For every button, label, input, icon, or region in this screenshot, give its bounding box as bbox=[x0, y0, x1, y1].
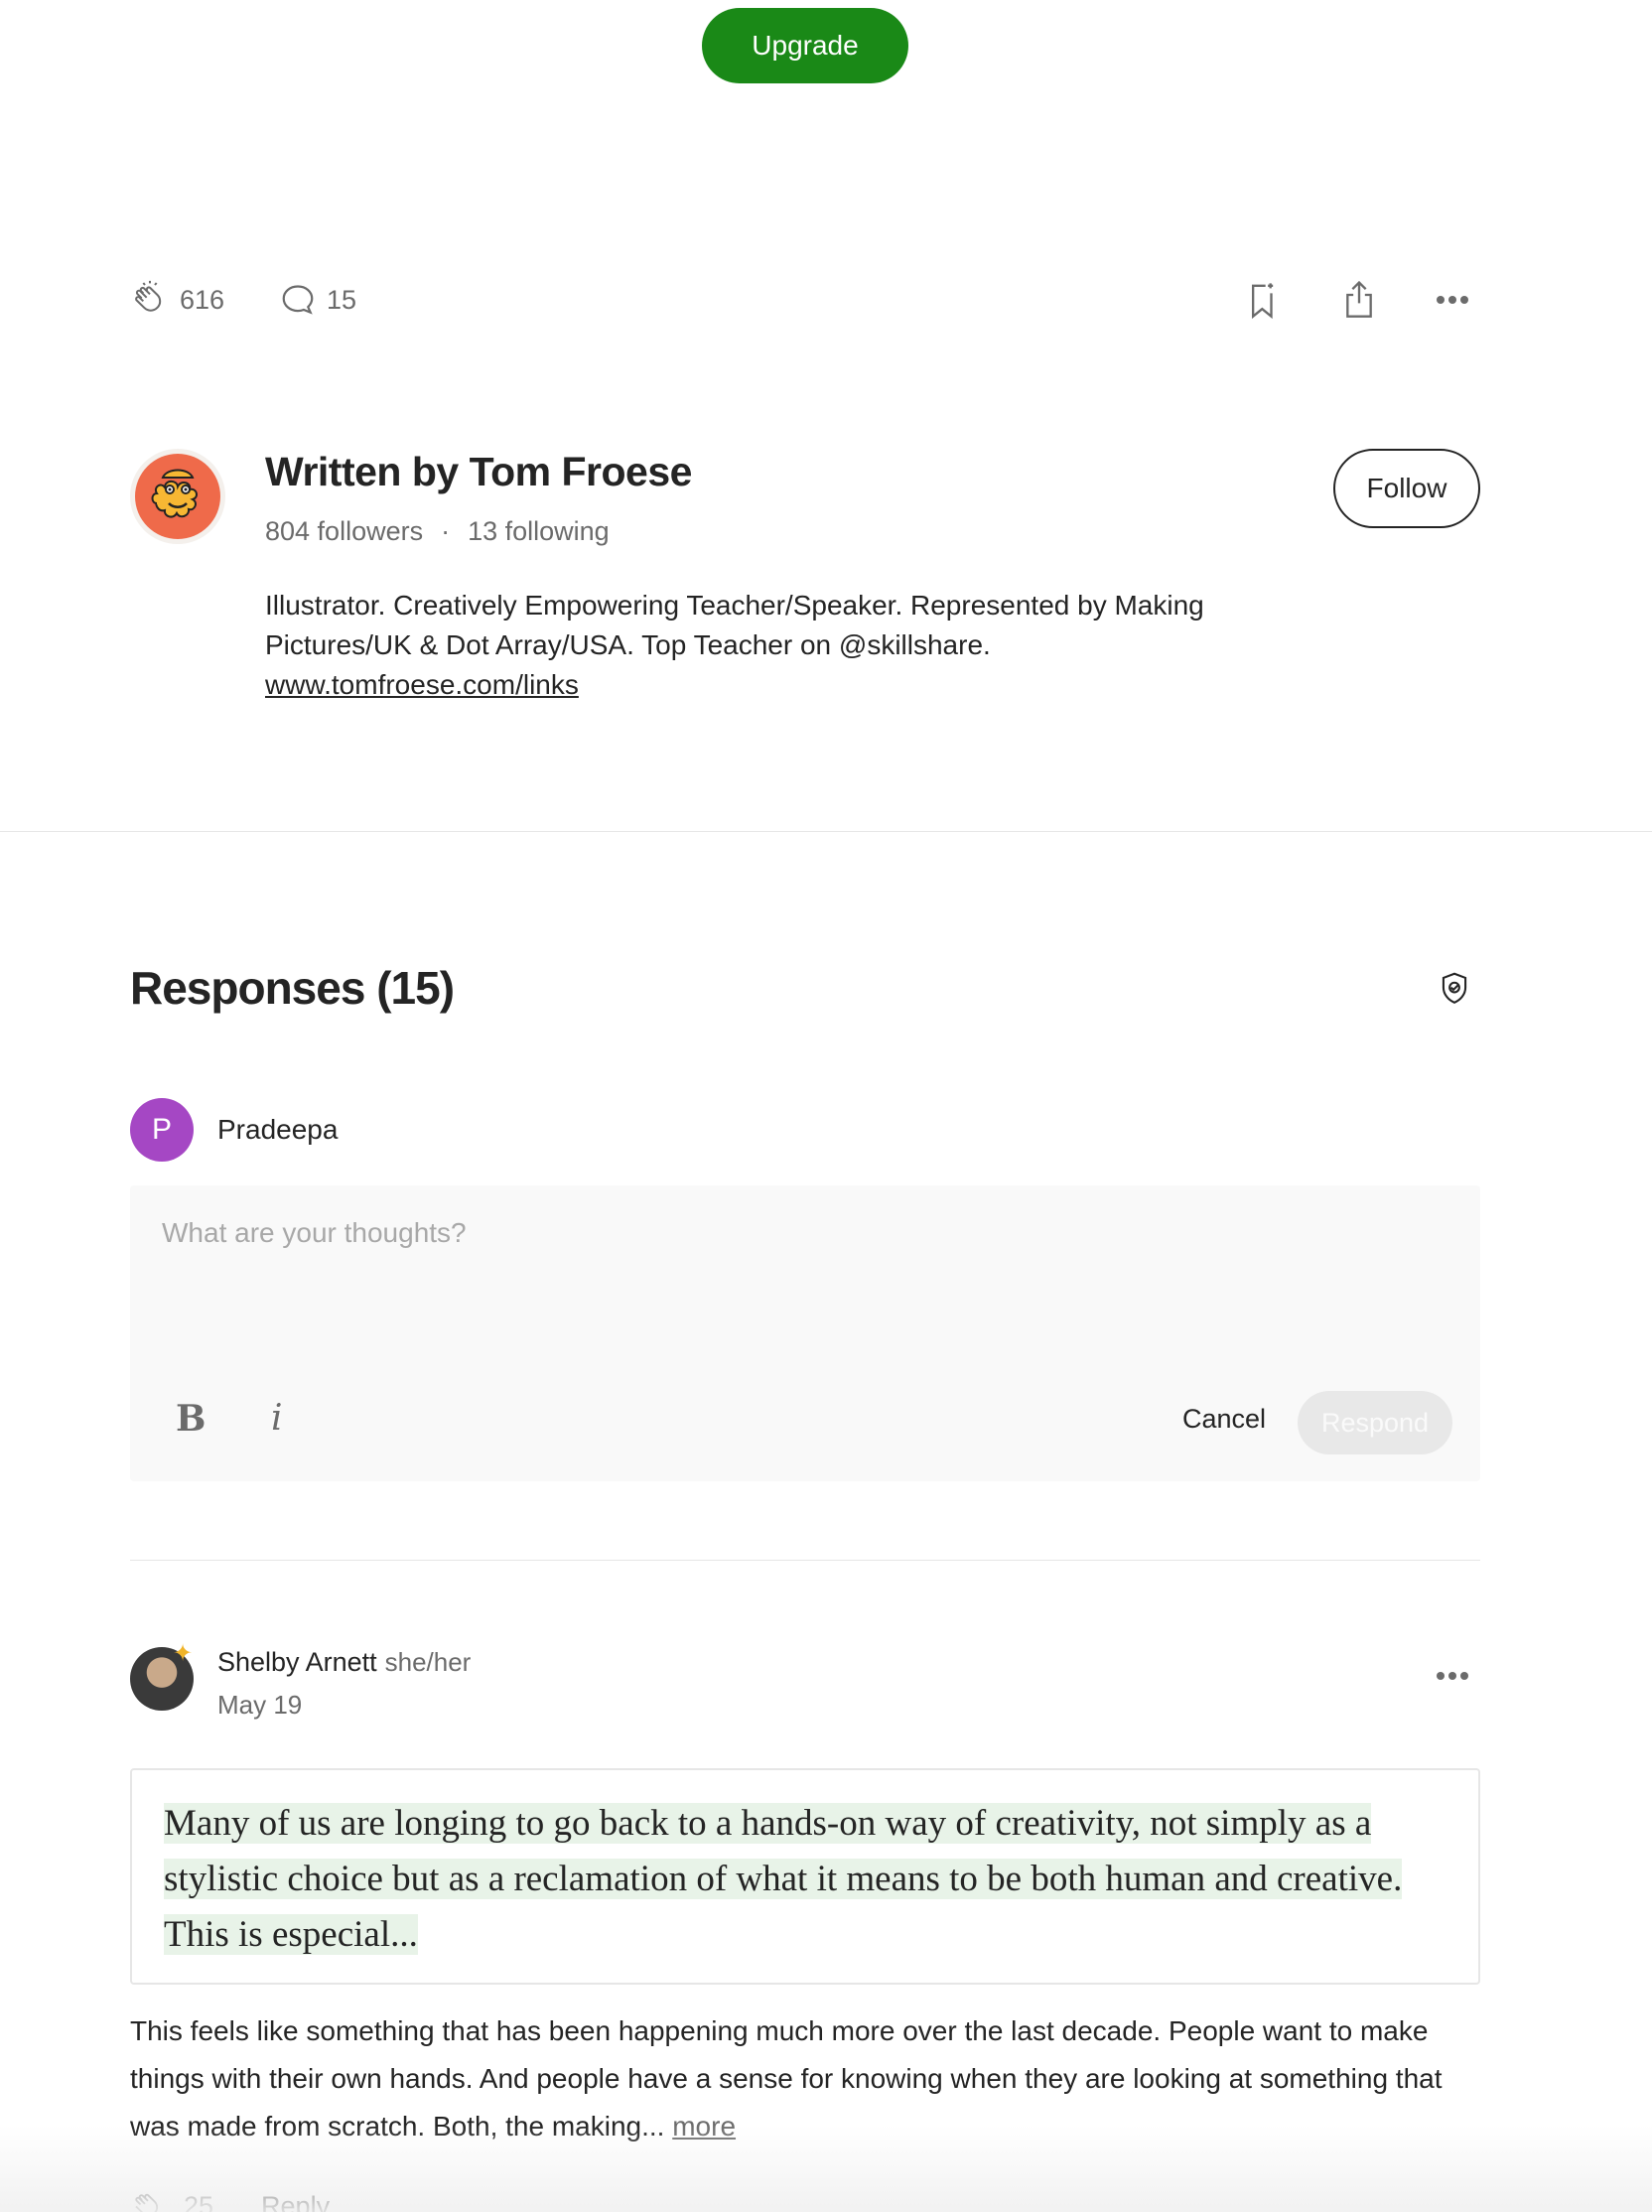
more-icon bbox=[1437, 296, 1468, 304]
following-count[interactable]: 13 following bbox=[468, 516, 610, 547]
comment-text: This feels like something that has been … bbox=[130, 2015, 1443, 2142]
author-bio: Illustrator. Creatively Empowering Teach… bbox=[265, 586, 1258, 705]
responses-guidelines-button[interactable] bbox=[1438, 971, 1471, 1012]
clap-icon bbox=[135, 280, 162, 312]
comment-clap-count: 25 bbox=[184, 2190, 214, 2212]
comment-more-button[interactable] bbox=[1436, 1668, 1469, 1686]
comments-button[interactable]: 15 bbox=[279, 270, 356, 330]
comment-actions: 25 Reply bbox=[130, 2188, 330, 2212]
share-button[interactable] bbox=[1339, 270, 1379, 330]
responses-divider bbox=[130, 1560, 1480, 1561]
reply-button[interactable]: Reply bbox=[261, 2191, 330, 2212]
member-star-icon: ✦ bbox=[173, 1640, 194, 1667]
italic-button[interactable]: i bbox=[271, 1398, 283, 1439]
more-icon bbox=[1437, 1672, 1468, 1680]
author-title[interactable]: Written by Tom Froese bbox=[265, 449, 692, 495]
comment-count: 15 bbox=[327, 284, 357, 315]
quoted-highlight[interactable]: Many of us are longing to go back to a h… bbox=[130, 1768, 1480, 1985]
bold-button[interactable]: B bbox=[176, 1398, 206, 1440]
clap-button[interactable]: 616 bbox=[130, 270, 224, 330]
shield-icon bbox=[1442, 972, 1467, 1004]
author-avatar[interactable] bbox=[130, 449, 225, 544]
meta-separator: · bbox=[441, 516, 451, 546]
section-divider bbox=[0, 831, 1652, 832]
current-user-name: Pradeepa bbox=[217, 1114, 339, 1145]
quote-text: Many of us are longing to go back to a h… bbox=[164, 1803, 1403, 1955]
respond-button[interactable]: Respond bbox=[1298, 1391, 1452, 1454]
bookmark-icon bbox=[1252, 283, 1274, 320]
clap-icon[interactable] bbox=[130, 2188, 166, 2212]
quote-text-wrap: Many of us are longing to go back to a h… bbox=[164, 1796, 1446, 1963]
current-user-row: P Pradeepa bbox=[130, 1098, 338, 1162]
current-user-avatar: P bbox=[130, 1098, 194, 1162]
cancel-button[interactable]: Cancel bbox=[1182, 1404, 1266, 1435]
share-icon bbox=[1346, 280, 1372, 318]
comment-date[interactable]: May 19 bbox=[217, 1690, 302, 1721]
bookmark-button[interactable] bbox=[1244, 270, 1284, 330]
article-action-bar: 616 15 bbox=[130, 270, 1480, 330]
article-page: Upgrade 616 15 Written by Tom Froese 804… bbox=[0, 0, 1652, 2212]
author-bio-text: Illustrator. Creatively Empowering Teach… bbox=[265, 590, 1204, 660]
followers-count[interactable]: 804 followers bbox=[265, 516, 423, 547]
comment-body: This feels like something that has been … bbox=[130, 2007, 1480, 2150]
responses-title: Responses (15) bbox=[130, 962, 455, 1014]
read-more-link[interactable]: more bbox=[672, 2111, 736, 2142]
commenter-name[interactable]: Shelby Arnett bbox=[217, 1647, 377, 1677]
author-website-link[interactable]: www.tomfroese.com/links bbox=[265, 669, 579, 700]
follow-button[interactable]: Follow bbox=[1333, 449, 1480, 528]
author-meta: 804 followers · 13 following bbox=[265, 516, 610, 547]
commenter-pronoun: she/her bbox=[384, 1647, 472, 1677]
response-input[interactable] bbox=[162, 1217, 1443, 1326]
response-editor: B i Cancel Respond bbox=[130, 1185, 1480, 1481]
commenter-info: Shelby Arnett she/her bbox=[217, 1647, 471, 1678]
clap-count: 616 bbox=[180, 284, 225, 315]
upgrade-button[interactable]: Upgrade bbox=[702, 8, 908, 83]
author-avatar-image bbox=[135, 454, 220, 539]
comment-icon bbox=[282, 285, 314, 315]
more-options-button[interactable] bbox=[1436, 270, 1469, 330]
